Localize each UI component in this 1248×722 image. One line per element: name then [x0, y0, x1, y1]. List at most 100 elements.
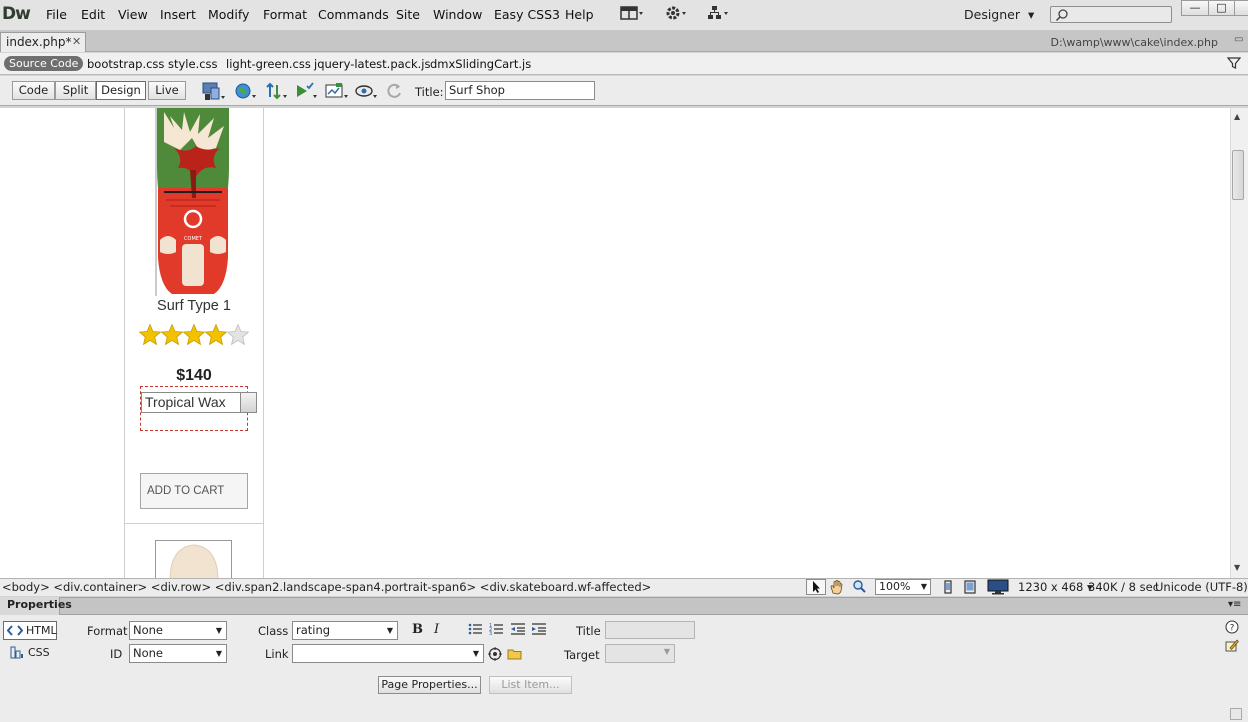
search-input[interactable] [1050, 6, 1172, 23]
css-mode-button[interactable]: CSS [10, 646, 50, 659]
inspect-icon[interactable] [354, 80, 377, 102]
close-tab-icon[interactable]: ✕ [72, 35, 81, 48]
visual-aids-icon[interactable] [324, 80, 348, 102]
refresh-icon[interactable] [384, 80, 406, 102]
page-properties-button[interactable]: Page Properties... [378, 676, 481, 694]
svg-text:3: 3 [489, 631, 492, 636]
html-code-icon [7, 625, 23, 636]
add-to-cart-button[interactable]: ADD TO CART [140, 473, 248, 509]
browser-preview-icon[interactable] [233, 80, 256, 102]
scroll-up-arrow[interactable]: ▲ [1234, 112, 1240, 121]
pointer-tool-icon[interactable] [806, 579, 826, 595]
menu-help[interactable]: Help [565, 7, 594, 22]
id-label: ID [110, 647, 123, 661]
star-empty-icon[interactable] [226, 323, 250, 346]
link-input[interactable]: ▼ [292, 644, 484, 663]
menu-site[interactable]: Site [396, 7, 420, 22]
menu-format[interactable]: Format [263, 7, 307, 22]
maximize-button[interactable]: □ [1208, 0, 1235, 16]
quick-tag-editor-icon[interactable] [1225, 638, 1239, 655]
outdent-icon[interactable] [510, 622, 526, 639]
related-file-light-green-css[interactable]: light-green.css [226, 57, 311, 71]
title-attr-label: Title [576, 624, 601, 638]
file-management-icon[interactable] [264, 80, 287, 102]
tablet-size-icon[interactable] [962, 580, 978, 597]
minimize-button[interactable]: — [1181, 0, 1209, 16]
star-filled-icon[interactable] [160, 323, 184, 346]
validate-icon[interactable] [294, 80, 317, 102]
svg-text:?: ? [1230, 624, 1235, 634]
related-file-jquery-js[interactable]: jquery-latest.pack.js [314, 57, 431, 71]
select-dropdown-button[interactable] [240, 393, 256, 412]
document-path: D:\wamp\www\cake\index.php [1050, 36, 1219, 49]
close-window-button[interactable] [1234, 0, 1248, 16]
desktop-size-icon[interactable] [987, 579, 1009, 598]
related-file-bootstrap-css[interactable]: bootstrap.css [87, 57, 164, 71]
product-price: $140 [176, 367, 212, 384]
menu-easy-css3[interactable]: Easy CSS3 [494, 7, 560, 22]
star-filled-icon[interactable] [138, 323, 162, 346]
scroll-down-arrow[interactable]: ▼ [1234, 563, 1240, 572]
html-mode-button[interactable]: HTML [3, 621, 57, 640]
page-title-input[interactable]: Surf Shop [445, 81, 595, 100]
star-rating[interactable] [138, 323, 250, 350]
menu-modify[interactable]: Modify [208, 7, 249, 22]
zoom-tool-icon[interactable] [850, 579, 870, 595]
split-view-button[interactable]: Split [55, 81, 96, 100]
menu-insert[interactable]: Insert [160, 7, 196, 22]
menu-commands[interactable]: Commands [318, 7, 389, 22]
ordered-list-icon[interactable]: 123 [489, 622, 505, 639]
encoding: Unicode (UTF-8) [1155, 580, 1248, 594]
second-product-image [155, 540, 232, 582]
panel-menu-icon[interactable]: ▾≡ [1228, 599, 1241, 610]
title-attr-input[interactable] [605, 621, 695, 639]
bold-icon[interactable]: B [412, 622, 423, 637]
window-size[interactable]: 1230 x 468 ▾ [1018, 580, 1093, 594]
link-label: Link [265, 647, 289, 661]
mobile-size-icon[interactable] [941, 580, 955, 597]
filter-icon[interactable] [1226, 56, 1242, 73]
scroll-thumb[interactable] [1232, 150, 1244, 200]
related-file-dmxslidingcart-js[interactable]: dmxSlidingCart.js [430, 57, 531, 71]
workspace-switcher[interactable]: Designer ▾ [964, 7, 1034, 22]
expand-panel-toggle[interactable] [1230, 708, 1242, 720]
zoom-select[interactable]: 100% ▼ [875, 579, 931, 595]
product-name: Surf Type 1 [157, 298, 231, 314]
class-select[interactable]: rating ▼ [292, 621, 398, 640]
id-select[interactable]: None ▼ [129, 644, 227, 663]
multiscreen-icon[interactable] [200, 80, 225, 102]
css-icon [10, 646, 23, 659]
properties-tab[interactable]: Properties [0, 597, 72, 615]
unordered-list-icon[interactable] [468, 622, 484, 639]
format-select[interactable]: None ▼ [129, 621, 227, 640]
html-mode-label: HTML [26, 624, 57, 637]
italic-icon[interactable]: I [434, 622, 439, 637]
target-select[interactable]: ▼ [605, 644, 675, 663]
menu-view[interactable]: View [118, 7, 148, 22]
format-label: Format [87, 624, 128, 638]
hand-tool-icon[interactable] [828, 579, 848, 595]
tag-selector[interactable]: <body> <div.container> <div.row> <div.sp… [2, 580, 651, 594]
related-file-style-css[interactable]: style.css [168, 57, 218, 71]
menu-file[interactable]: File [46, 7, 67, 22]
list-item-button: List Item... [489, 676, 572, 694]
class-label: Class [258, 624, 289, 638]
site-structure-icon[interactable] [706, 4, 730, 24]
live-view-button[interactable]: Live [148, 81, 186, 100]
dreamweaver-logo: Dw [2, 4, 31, 24]
menu-window[interactable]: Window [433, 7, 482, 22]
help-icon[interactable]: ? [1225, 620, 1239, 637]
restore-doc-icon[interactable]: ▭ [1234, 34, 1243, 45]
gear-icon[interactable] [664, 4, 688, 24]
point-to-file-icon[interactable] [488, 647, 502, 664]
star-filled-icon[interactable] [182, 323, 206, 346]
indent-icon[interactable] [531, 622, 547, 639]
browse-folder-icon[interactable] [507, 647, 523, 664]
layout-icon[interactable] [620, 4, 644, 24]
design-view-button[interactable]: Design [96, 81, 146, 100]
code-view-button[interactable]: Code [12, 81, 55, 100]
menu-edit[interactable]: Edit [81, 7, 105, 22]
source-code-button[interactable]: Source Code [4, 56, 84, 71]
target-label: Target [564, 648, 600, 662]
star-filled-icon[interactable] [204, 323, 228, 346]
